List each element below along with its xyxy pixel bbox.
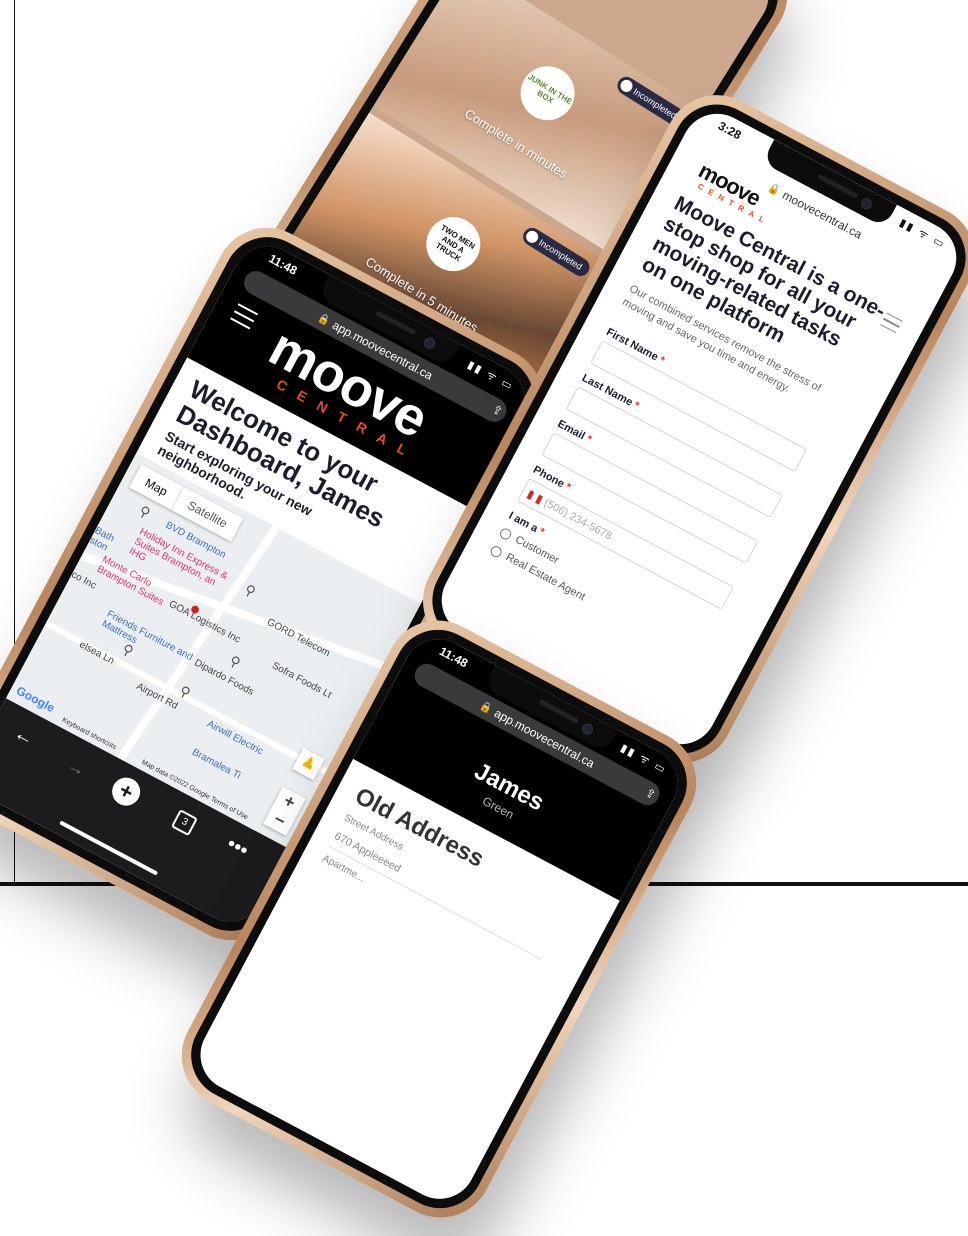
map-label: Bramalea Ti [190, 746, 243, 782]
company-logo: TWO MEN AND A TRUCK [416, 206, 491, 282]
map-label: co Inc [69, 569, 99, 592]
more-icon[interactable]: ••• [223, 833, 252, 863]
canada-flag-icon[interactable] [526, 489, 544, 505]
map-label: elsea Ln [77, 639, 116, 667]
map-label: Friends Furniture and Mattress [99, 608, 195, 664]
pin-icon[interactable]: ⚲ [242, 581, 259, 601]
forward-icon[interactable]: → [64, 755, 89, 782]
status-time: 3:28 [715, 118, 744, 143]
pin-icon[interactable]: ⚲ [226, 652, 244, 672]
map-label: Dipardo Foods [192, 657, 256, 698]
lock-icon: 🔒 [478, 699, 495, 716]
back-icon[interactable]: ← [10, 722, 38, 752]
pin-icon[interactable]: ⚲ [119, 640, 137, 660]
lock-icon: 🔒 [766, 181, 783, 198]
company-logo: JUNK IN THE BOX [510, 56, 585, 131]
home-indicator [59, 820, 159, 876]
tabs-icon[interactable]: 3 [170, 809, 198, 837]
pin-icon[interactable]: ⚲ [136, 502, 154, 522]
plus-icon[interactable]: + [107, 772, 146, 811]
map-label: Sofra Foods Lt [270, 660, 334, 701]
lock-icon: 🔒 [316, 311, 333, 328]
phone-placeholder: (506) 234-5678 [541, 496, 614, 543]
